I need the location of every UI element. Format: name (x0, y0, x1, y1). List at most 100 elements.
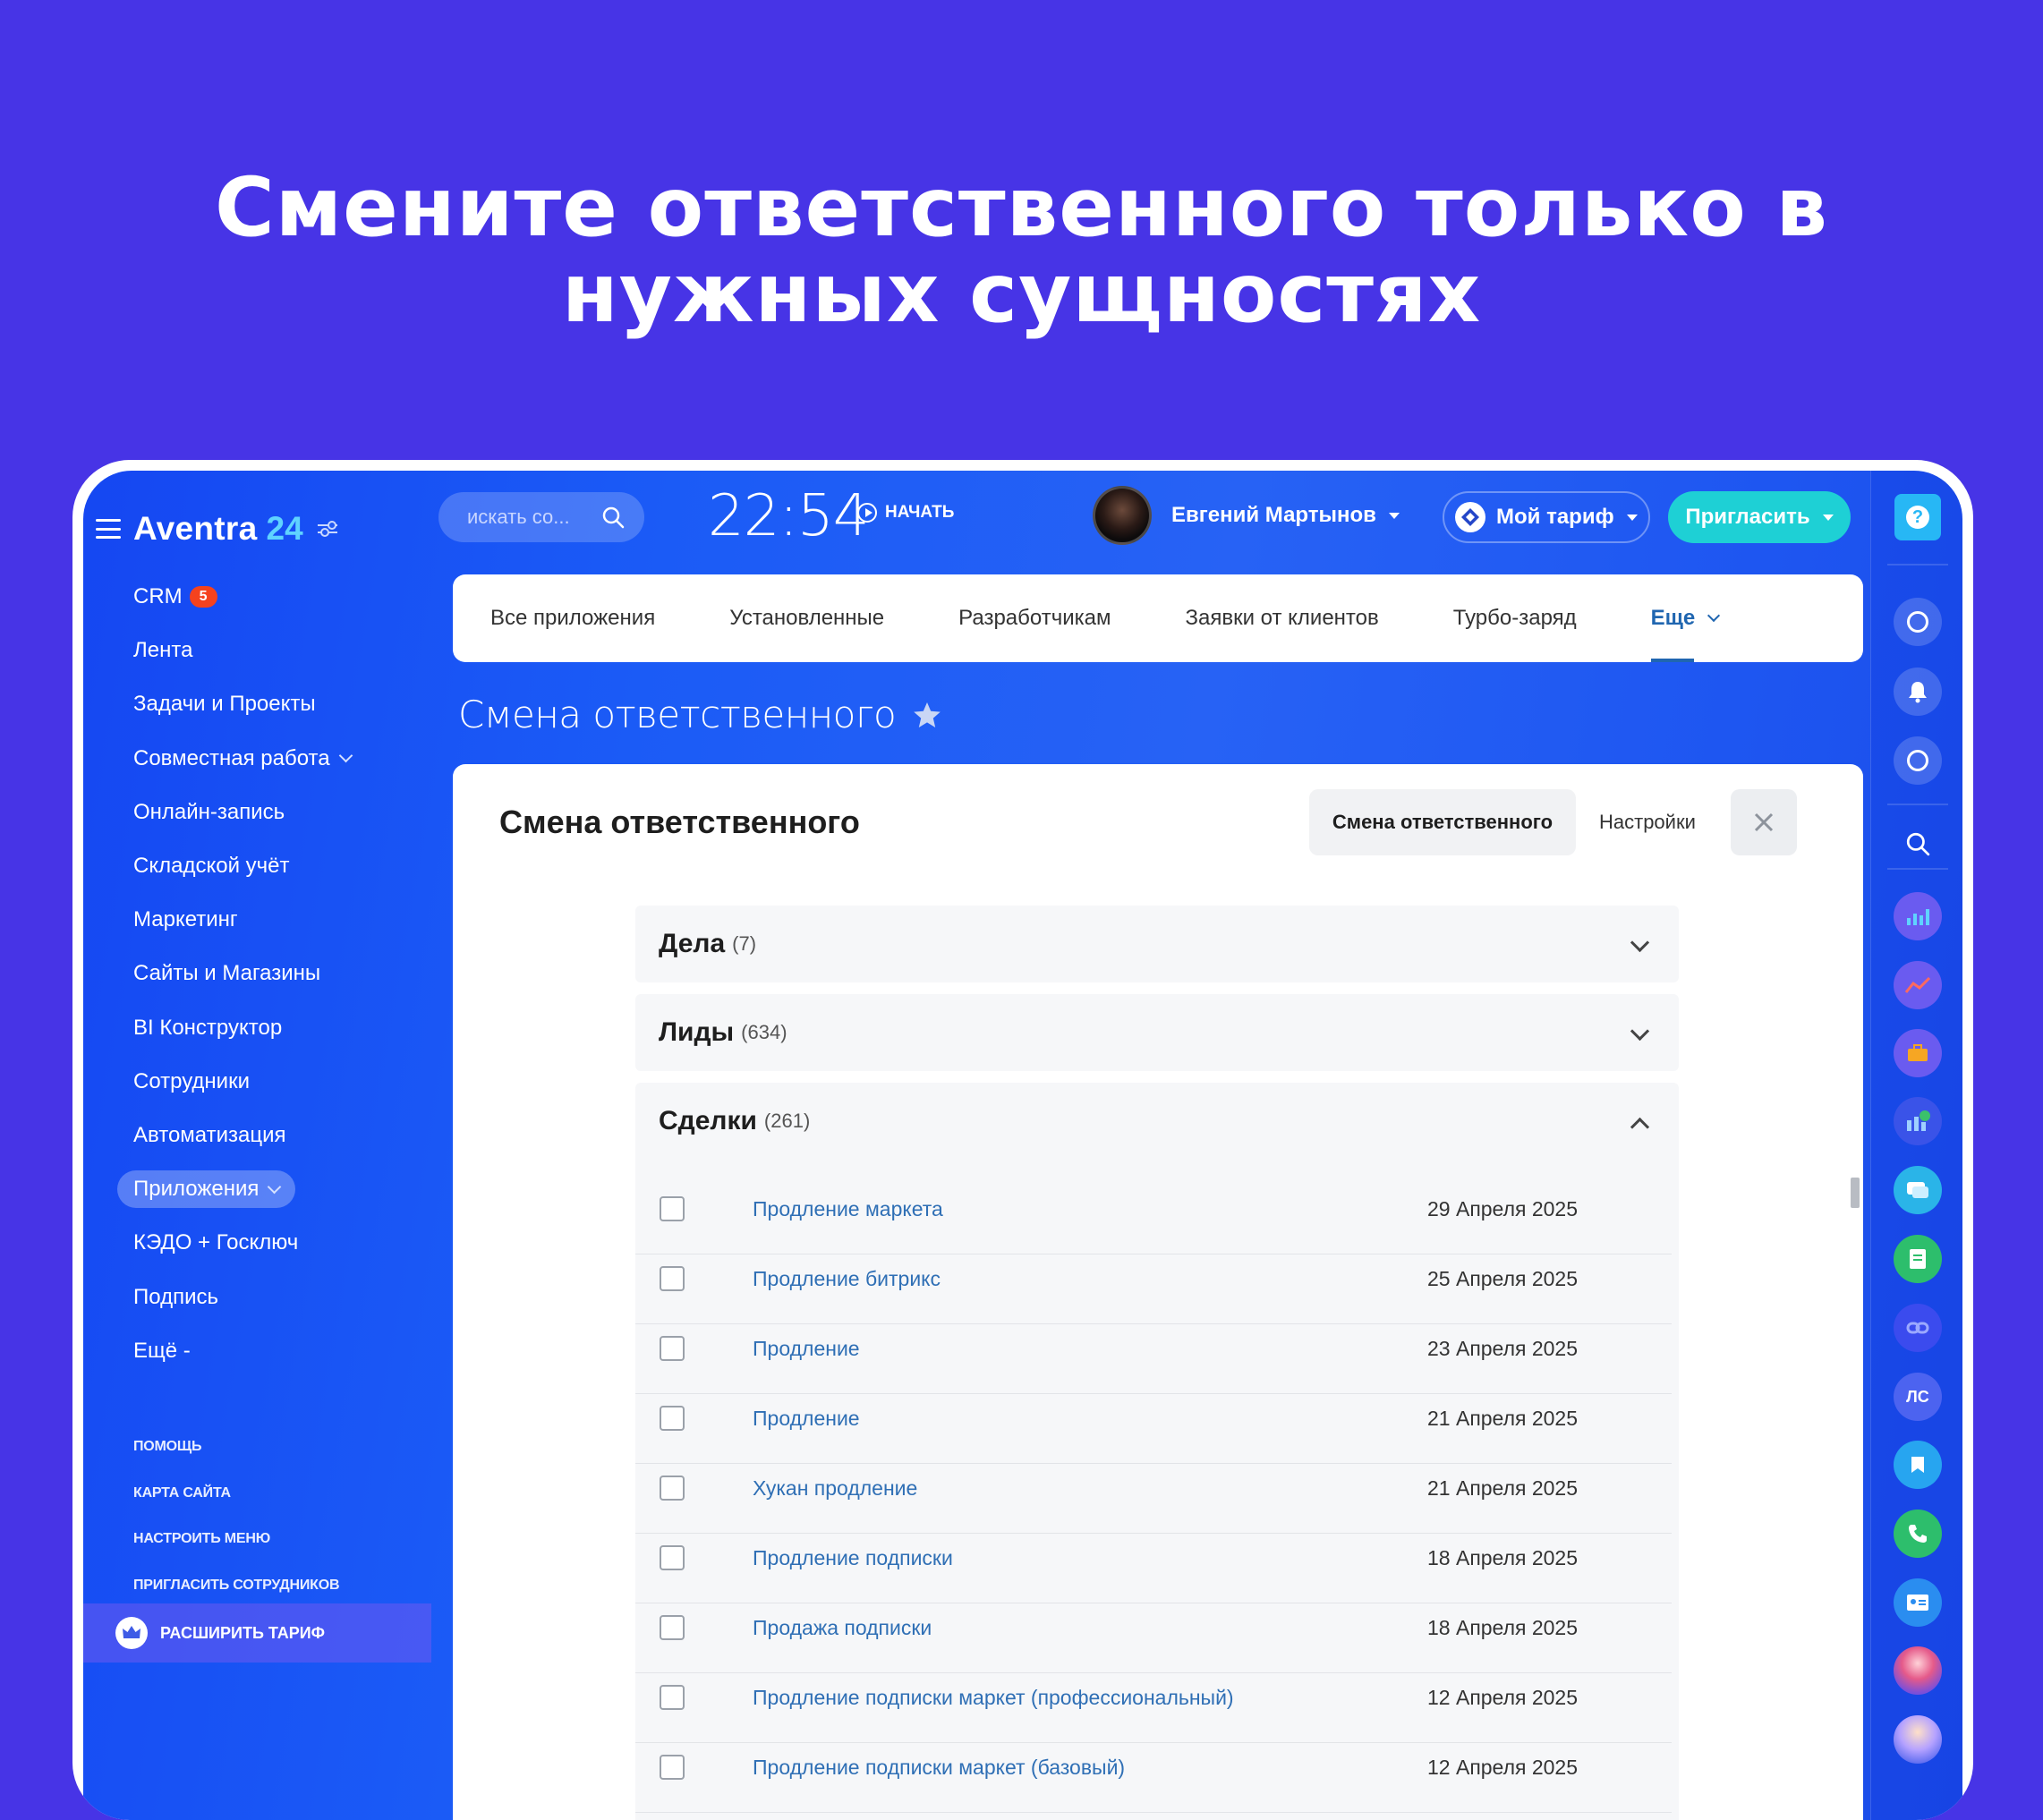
brand-name: Aventra (133, 510, 258, 547)
sidebar-item-crm[interactable]: CRM 5 (83, 570, 431, 624)
chart-app-icon[interactable] (1894, 961, 1942, 1009)
close-button[interactable] (1731, 789, 1797, 855)
plan-diamond-icon (1455, 502, 1485, 532)
sidebar-item-automation[interactable]: Автоматизация (83, 1109, 431, 1162)
sidebar-item-booking[interactable]: Онлайн-запись (83, 786, 431, 839)
segment-settings[interactable]: Настройки (1599, 789, 1696, 855)
chevron-up-icon[interactable] (1630, 1117, 1650, 1137)
deal-link[interactable]: Продление подписки (753, 1546, 953, 1570)
help-link[interactable]: ПОМОЩЬ (133, 1424, 339, 1470)
phone-icon[interactable] (1894, 1510, 1942, 1558)
menu-burger-icon[interactable] (96, 519, 121, 539)
tab-developers[interactable]: Разработчикам (958, 574, 1111, 662)
deal-link[interactable]: Продажа подписки (753, 1616, 932, 1640)
my-plan-button[interactable]: Мой тариф (1443, 491, 1650, 543)
star-icon[interactable] (912, 701, 942, 729)
app-window: Aventra 24 CRM 5 Лента Задачи и Проекты … (83, 471, 1962, 1820)
sidebar-item-marketing[interactable]: Маркетинг (83, 893, 431, 947)
section-leads[interactable]: Лиды (634) (635, 994, 1679, 1071)
globe-icon[interactable] (1894, 598, 1942, 646)
upgrade-plan-label: РАСШИРИТЬ ТАРИФ (160, 1623, 326, 1642)
deal-link[interactable]: Продление маркета (753, 1197, 943, 1221)
play-icon (857, 503, 877, 523)
document-app-icon[interactable] (1894, 1235, 1942, 1283)
app-window-frame: Aventra 24 CRM 5 Лента Задачи и Проекты … (72, 460, 1973, 1820)
sidebar-item-collaboration[interactable]: Совместная работа (83, 732, 431, 786)
sliders-icon[interactable] (317, 520, 337, 538)
sidebar-item-signature[interactable]: Подпись (83, 1270, 431, 1323)
sitemap-link[interactable]: КАРТА САЙТА (133, 1470, 339, 1517)
chevron-down-icon (338, 748, 353, 763)
assistant-avatar-2[interactable] (1894, 1715, 1942, 1764)
bell-icon[interactable] (1894, 668, 1942, 716)
list-scrollbar[interactable] (1851, 1178, 1860, 1208)
upgrade-plan-button[interactable]: РАСШИРИТЬ ТАРИФ (83, 1603, 431, 1663)
sidebar-item-label: CRM (133, 584, 183, 609)
page-title: Смена ответственного (458, 693, 942, 736)
briefcase-app-icon[interactable] (1894, 1029, 1942, 1077)
chat-icon[interactable] (1894, 736, 1942, 785)
global-search[interactable] (438, 492, 644, 542)
row-checkbox[interactable] (660, 1615, 685, 1640)
messages-app-icon[interactable] (1894, 1166, 1942, 1214)
search-icon[interactable] (1894, 820, 1942, 868)
sidebar-item-label: Складской учёт (133, 854, 290, 879)
sidebar-item-feed[interactable]: Лента (83, 624, 431, 677)
brand-number: 24 (266, 510, 303, 547)
link-app-icon[interactable] (1894, 1304, 1942, 1352)
deal-link[interactable]: Продление подписки маркет (базовый) (753, 1756, 1125, 1780)
caret-down-icon (1822, 514, 1834, 521)
start-workday-button[interactable]: НАЧАТЬ (857, 503, 954, 523)
row-checkbox[interactable] (660, 1196, 685, 1221)
section-header[interactable]: Сделки (261) (635, 1083, 1679, 1160)
tab-all-apps[interactable]: Все приложения (490, 574, 655, 662)
row-checkbox[interactable] (660, 1685, 685, 1710)
deal-link[interactable]: Продление битрикс (753, 1267, 941, 1291)
row-checkbox[interactable] (660, 1476, 685, 1501)
deal-link[interactable]: Продление (753, 1337, 860, 1361)
contact-card-icon[interactable] (1894, 1578, 1942, 1627)
sidebar-item-inventory[interactable]: Складской учёт (83, 839, 431, 893)
tab-client-requests[interactable]: Заявки от клиентов (1186, 574, 1379, 662)
chevron-down-icon[interactable] (1630, 932, 1650, 953)
caret-down-icon (1626, 514, 1638, 521)
sidebar-item-more[interactable]: Ещё - (83, 1324, 431, 1378)
user-menu[interactable]: Евгений Мартынов (1093, 486, 1400, 545)
deal-date: 25 Апреля 2025 (1427, 1267, 1579, 1290)
search-input[interactable] (465, 505, 594, 530)
section-deals-activities[interactable]: Дела (7) (635, 906, 1679, 982)
deal-link[interactable]: Продление подписки маркет (профессиональ… (753, 1686, 1234, 1710)
report-app-icon[interactable] (1894, 1097, 1942, 1145)
segment-change-responsible[interactable]: Смена ответственного (1309, 789, 1576, 855)
assistant-avatar-1[interactable] (1894, 1646, 1942, 1695)
user-avatar[interactable] (1093, 486, 1152, 545)
sidebar-item-sites[interactable]: Сайты и Магазины (83, 947, 431, 1000)
row-checkbox[interactable] (660, 1406, 685, 1431)
invite-employees-link[interactable]: ПРИГЛАСИТЬ СОТРУДНИКОВ (133, 1562, 339, 1609)
tab-installed[interactable]: Установленные (729, 574, 884, 662)
sidebar-item-kedo[interactable]: КЭДО + Госключ (83, 1216, 431, 1270)
row-checkbox[interactable] (660, 1545, 685, 1570)
search-icon[interactable] (601, 506, 625, 529)
deal-date: 21 Апреля 2025 (1427, 1407, 1579, 1430)
row-checkbox[interactable] (660, 1266, 685, 1291)
row-checkbox[interactable] (660, 1755, 685, 1780)
sidebar-item-bi[interactable]: BI Конструктор (83, 1001, 431, 1055)
chevron-down-icon[interactable] (1630, 1021, 1650, 1042)
row-checkbox[interactable] (660, 1336, 685, 1361)
analytics-app-icon[interactable] (1894, 892, 1942, 940)
deal-link[interactable]: Хукан продление (753, 1476, 917, 1501)
ls-icon[interactable]: ЛС (1894, 1373, 1942, 1421)
sidebar-item-applications[interactable]: Приложения (83, 1162, 431, 1216)
configure-menu-link[interactable]: НАСТРОИТЬ МЕНЮ (133, 1516, 339, 1562)
sidebar-footer: ПОМОЩЬ КАРТА САЙТА НАСТРОИТЬ МЕНЮ ПРИГЛА… (133, 1424, 339, 1608)
tab-turbo[interactable]: Турбо-заряд (1453, 574, 1577, 662)
sidebar-item-employees[interactable]: Сотрудники (83, 1055, 431, 1109)
sidebar-item-tasks[interactable]: Задачи и Проекты (83, 677, 431, 731)
tab-more[interactable]: Еще (1650, 574, 1721, 662)
help-button[interactable]: ? (1894, 494, 1941, 540)
invite-button[interactable]: Пригласить (1668, 491, 1851, 543)
bookmark-icon[interactable] (1894, 1441, 1942, 1489)
sidebar-item-label: КЭДО + Госключ (133, 1230, 299, 1255)
deal-link[interactable]: Продление (753, 1407, 860, 1431)
